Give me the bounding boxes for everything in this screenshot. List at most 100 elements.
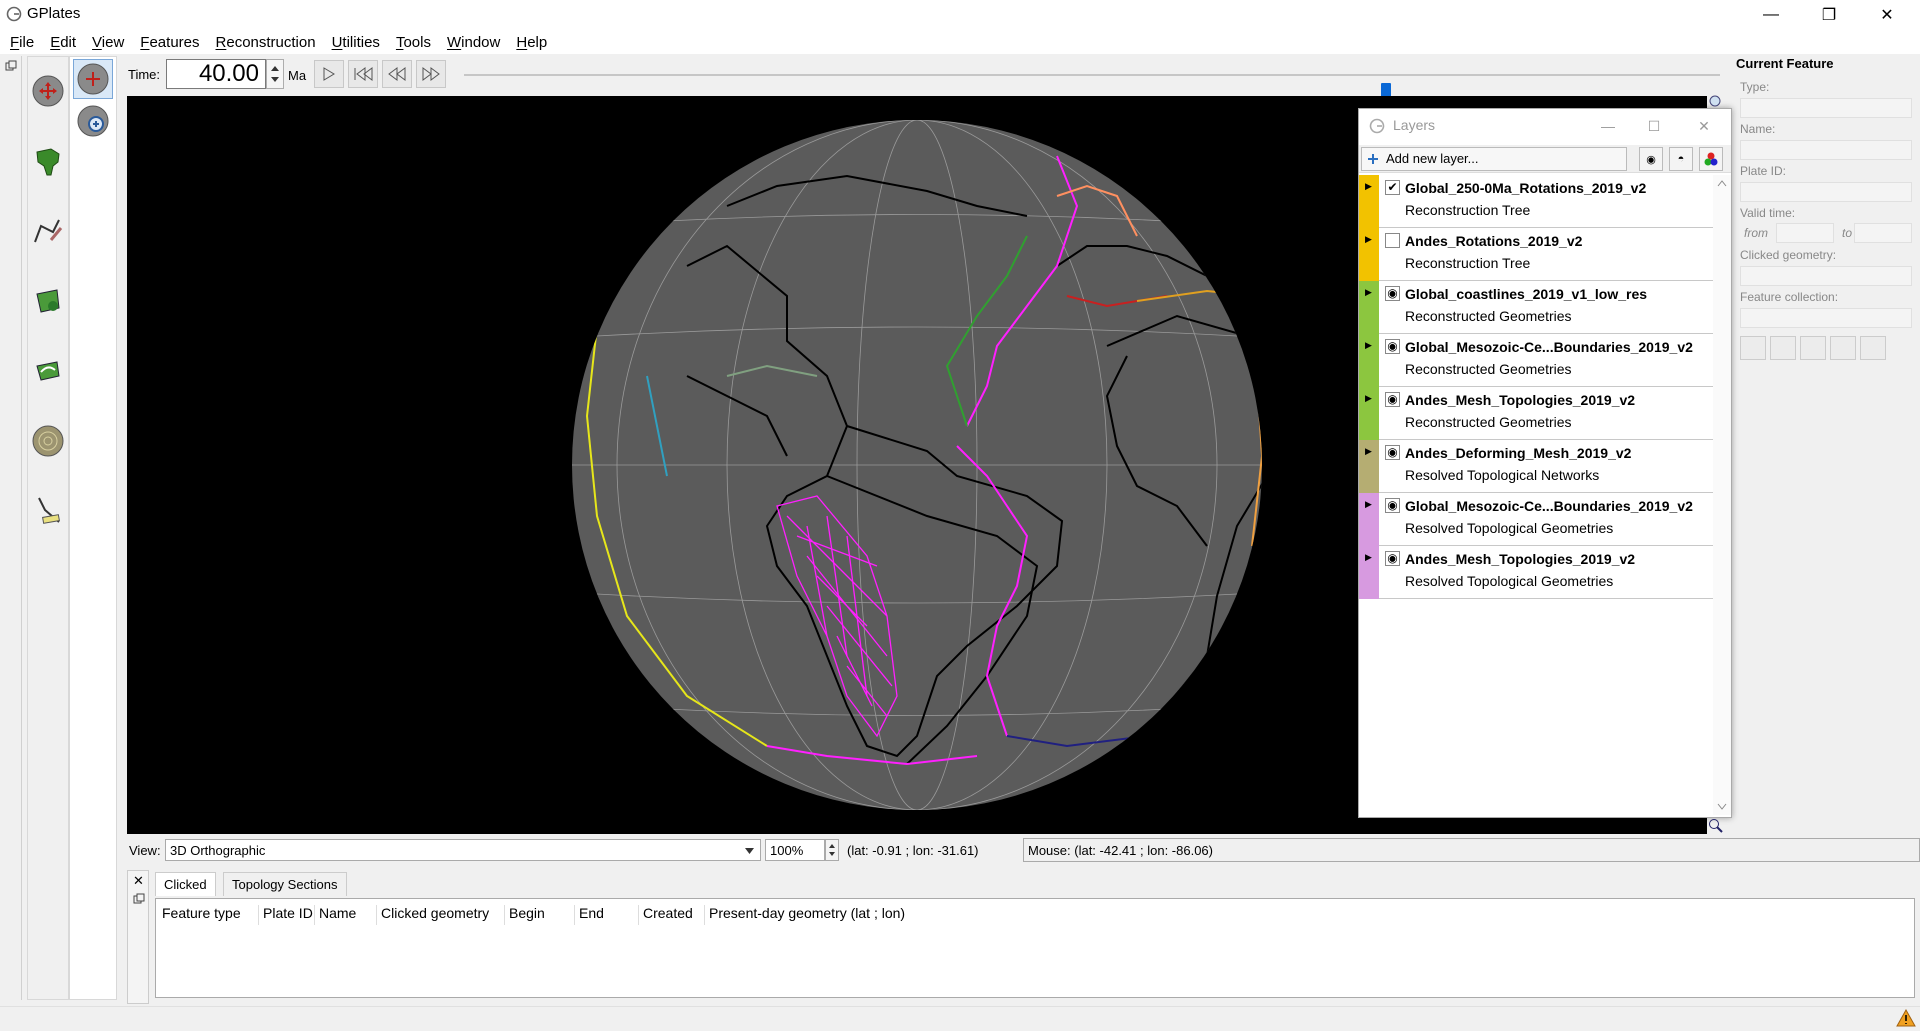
layer-colouring-button[interactable]: [1699, 147, 1723, 171]
layer-row[interactable]: ▶ ◉ Global_Mesozoic-Ce...Boundaries_2019_v…: [1359, 493, 1713, 546]
play-button[interactable]: [314, 60, 344, 88]
layers-minimize-button[interactable]: —: [1585, 113, 1631, 139]
layers-scrollbar[interactable]: [1713, 175, 1731, 815]
feature-inspection-button[interactable]: [28, 141, 68, 181]
table-column-header[interactable]: Name: [314, 905, 356, 925]
warning-icon[interactable]: [1896, 1009, 1916, 1027]
layer-visibility-toggle[interactable]: ✔: [1385, 180, 1400, 195]
layer-row[interactable]: ▶ ◉ Andes_Mesh_Topologies_2019_v2 Reconstru…: [1359, 387, 1713, 440]
time-slider[interactable]: [464, 74, 1720, 104]
jump-to-start-button[interactable]: [348, 60, 378, 88]
table-column-header[interactable]: Begin: [504, 905, 545, 925]
table-column-header[interactable]: Created: [638, 905, 693, 925]
table-column-header[interactable]: End: [574, 905, 604, 925]
hide-all-layers-button[interactable]: ◓: [1669, 147, 1693, 171]
edit-feature-button[interactable]: [1770, 336, 1796, 360]
time-input[interactable]: [166, 59, 266, 89]
menu-tools[interactable]: Tools: [388, 34, 439, 51]
expand-arrow-icon[interactable]: ▶: [1365, 393, 1372, 404]
layers-close-button[interactable]: ✕: [1681, 113, 1727, 139]
expand-arrow-icon[interactable]: ▶: [1365, 552, 1372, 563]
clicked-features-table: Feature type Plate ID Name Clicked geometry…: [155, 898, 1915, 998]
layer-visibility-toggle[interactable]: ◉: [1385, 339, 1400, 354]
float-dock-icon[interactable]: [5, 60, 17, 72]
float-dock-icon[interactable]: [133, 893, 145, 905]
plate-id-field: [1740, 182, 1912, 202]
delete-feature-button[interactable]: [1860, 336, 1886, 360]
plate-rotate-icon: [36, 361, 60, 381]
globe-zoom-icon: [77, 105, 109, 137]
add-new-layer-button[interactable]: Add new layer...: [1361, 147, 1627, 171]
menu-edit[interactable]: Edit: [42, 34, 84, 51]
layer-visibility-toggle[interactable]: ◉: [1385, 392, 1400, 407]
zoom-magnifier-icon[interactable]: [1708, 818, 1724, 834]
table-column-header[interactable]: Feature type: [158, 905, 241, 925]
zoom-globe-button[interactable]: [73, 101, 113, 141]
layer-visibility-toggle[interactable]: ◉: [1385, 498, 1400, 513]
layers-title: Layers: [1393, 117, 1436, 133]
current-feature-panel: Current Feature Type: Name: Plate ID: Va…: [1730, 56, 1920, 360]
layer-row[interactable]: ▶ Andes_Rotations_2019_v2 Reconstruction T…: [1359, 228, 1713, 281]
menu-file[interactable]: File: [2, 34, 42, 51]
expand-arrow-icon[interactable]: ▶: [1365, 287, 1372, 298]
name-label: Name:: [1740, 122, 1776, 136]
topology-build-icon: [36, 289, 60, 313]
view-tools-button[interactable]: [28, 71, 68, 111]
pole-manipulation-button[interactable]: [28, 351, 68, 391]
expand-arrow-icon[interactable]: ▶: [1365, 181, 1372, 192]
expand-arrow-icon[interactable]: ▶: [1365, 446, 1372, 457]
tab-topology-sections[interactable]: Topology Sections: [223, 872, 347, 896]
table-column-header[interactable]: Clicked geometry: [376, 905, 489, 925]
close-panel-icon[interactable]: ✕: [133, 873, 144, 889]
drag-globe-button[interactable]: [73, 59, 113, 99]
menu-features[interactable]: Features: [132, 34, 207, 51]
layer-visibility-toggle[interactable]: ◉: [1385, 445, 1400, 460]
zoom-input[interactable]: 100%: [765, 839, 825, 861]
layer-row[interactable]: ▶ ◉ Global_coastlines_2019_v1_low_res Recon…: [1359, 281, 1713, 334]
layer-row[interactable]: ▶ ✔ Global_250-0Ma_Rotations_2019_v2 Recons…: [1359, 175, 1713, 228]
table-column-header[interactable]: Plate ID: [258, 905, 313, 925]
type-label: Type:: [1740, 80, 1770, 94]
small-circle-button[interactable]: [28, 421, 68, 461]
step-back-button[interactable]: [382, 60, 412, 88]
current-feature-title: Current Feature: [1736, 56, 1834, 71]
menu-help[interactable]: Help: [508, 34, 555, 51]
step-forward-button[interactable]: [416, 60, 446, 88]
layer-visibility-toggle[interactable]: ◉: [1385, 286, 1400, 301]
menu-view[interactable]: View: [84, 34, 132, 51]
time-spinner[interactable]: [266, 59, 284, 89]
layer-row[interactable]: ▶ ◉ Andes_Deforming_Mesh_2019_v2 Resolved T…: [1359, 440, 1713, 493]
maximize-button[interactable]: ❐: [1800, 0, 1858, 30]
clicked-geometry-field: [1740, 266, 1912, 286]
layers-title-bar[interactable]: Layers — ☐ ✕: [1359, 109, 1731, 143]
layer-visibility-toggle[interactable]: [1385, 233, 1400, 248]
minimize-button[interactable]: —: [1742, 0, 1800, 30]
expand-arrow-icon[interactable]: ▶: [1365, 499, 1372, 510]
menu-window[interactable]: Window: [439, 34, 508, 51]
clone-feature-button[interactable]: [1830, 336, 1856, 360]
layer-visibility-toggle[interactable]: ◉: [1385, 551, 1400, 566]
digitisation-button[interactable]: [28, 211, 68, 251]
expand-arrow-icon[interactable]: ▶: [1365, 234, 1372, 245]
layer-type: Resolved Topological Geometries: [1405, 520, 1614, 536]
close-window-button[interactable]: ✕: [1858, 0, 1916, 30]
layers-maximize-button[interactable]: ☐: [1631, 113, 1677, 139]
table-column-header[interactable]: Present-day geometry (lat ; lon): [704, 905, 905, 925]
tab-clicked[interactable]: Clicked: [155, 872, 216, 896]
digitise-pen-icon: [34, 219, 63, 243]
projection-select[interactable]: 3D Orthographic: [165, 839, 761, 861]
measure-distance-button[interactable]: [28, 491, 68, 531]
change-geometry-button[interactable]: [1800, 336, 1826, 360]
layer-type: Resolved Topological Geometries: [1405, 573, 1614, 589]
menu-reconstruction[interactable]: Reconstruction: [208, 34, 324, 51]
expand-arrow-icon[interactable]: ▶: [1365, 340, 1372, 351]
canvas-corner-icon[interactable]: [1708, 94, 1722, 108]
zoom-spinner[interactable]: [825, 839, 839, 861]
show-all-layers-button[interactable]: ◉: [1639, 147, 1663, 171]
menu-utilities[interactable]: Utilities: [324, 34, 388, 51]
feature-collection-label: Feature collection:: [1740, 290, 1839, 304]
query-feature-button[interactable]: [1740, 336, 1766, 360]
layer-row[interactable]: ▶ ◉ Andes_Mesh_Topologies_2019_v2 Resolved …: [1359, 546, 1713, 599]
topology-tools-button[interactable]: [28, 281, 68, 321]
layer-row[interactable]: ▶ ◉ Global_Mesozoic-Ce...Boundaries_2019_v…: [1359, 334, 1713, 387]
